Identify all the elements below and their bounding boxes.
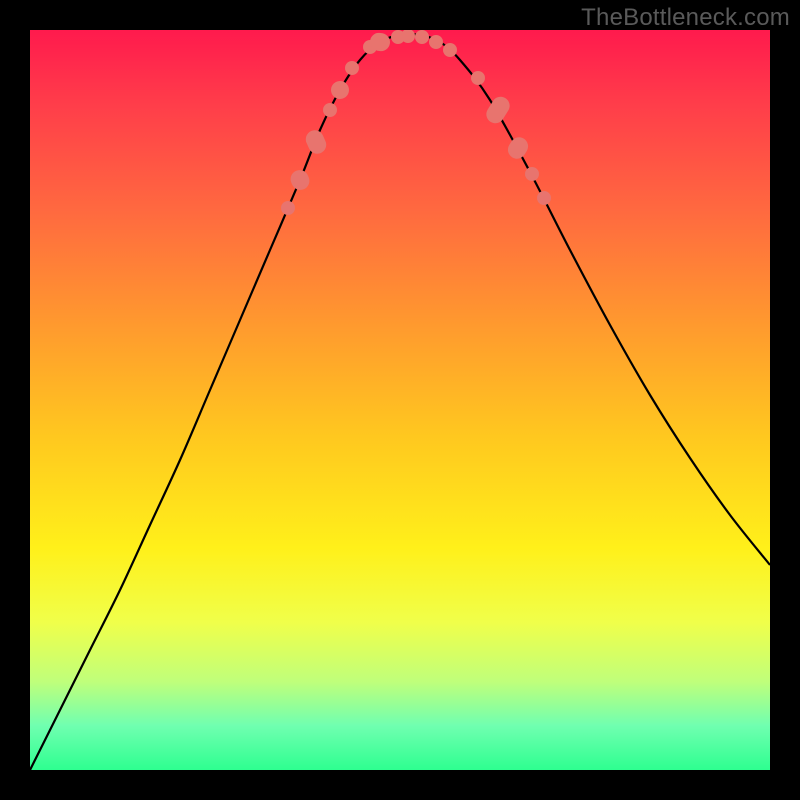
curve-marker-pill (328, 78, 353, 103)
bottleneck-chart-svg (30, 30, 770, 770)
curve-marker-dot (281, 201, 295, 215)
curve-marker-pill (303, 127, 329, 156)
curve-marker-dot (415, 30, 429, 44)
curve-marker-pill (288, 167, 313, 193)
curve-marker-dot (429, 35, 443, 49)
curve-marker-pill (483, 93, 513, 126)
curve-marker-dot (471, 71, 485, 85)
curve-marker-dot (537, 191, 551, 205)
curve-markers (281, 30, 551, 215)
curve-marker-dot (345, 61, 359, 75)
chart-plot-area (30, 30, 770, 770)
bottleneck-curve-line (30, 34, 770, 770)
curve-marker-pill (505, 134, 532, 162)
watermark-text: TheBottleneck.com (581, 4, 790, 32)
curve-marker-dot (323, 103, 337, 117)
curve-marker-dot (443, 43, 457, 57)
curve-marker-dot (525, 167, 539, 181)
